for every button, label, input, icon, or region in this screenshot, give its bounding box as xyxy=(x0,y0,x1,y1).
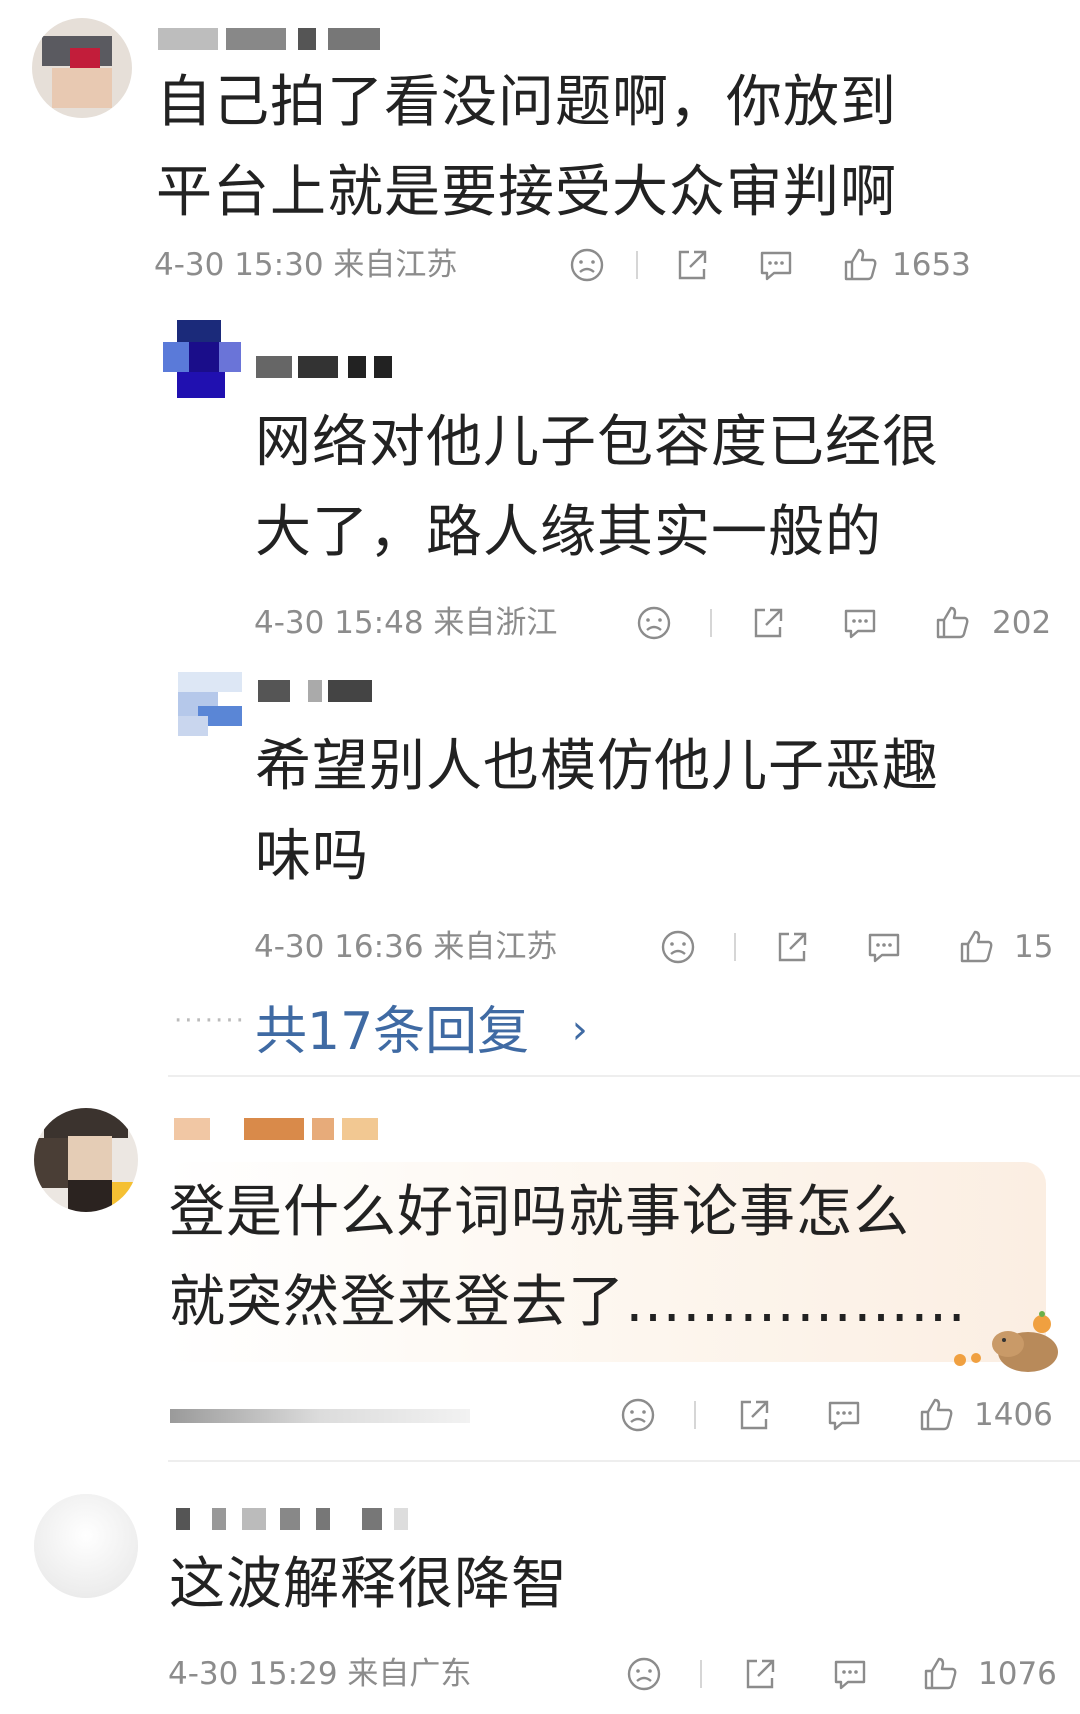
capybara-sticker-icon xyxy=(954,1311,1058,1372)
sad-face-icon[interactable] xyxy=(634,603,674,643)
divider xyxy=(168,1460,1080,1462)
comment-icon[interactable] xyxy=(756,245,796,285)
separator xyxy=(710,609,712,637)
share-icon[interactable] xyxy=(740,1654,780,1694)
thumbs-up-icon[interactable] xyxy=(956,927,996,967)
avatar[interactable] xyxy=(34,1494,138,1598)
comment-meta: 4-30 16:36 来自江苏 15 xyxy=(254,927,1080,967)
comment-time: 4-30 15:30 来自江苏 xyxy=(154,247,458,283)
comment-icon[interactable] xyxy=(864,927,904,967)
like-count: 1406 xyxy=(974,1397,1053,1433)
comment-icon[interactable] xyxy=(830,1654,870,1694)
thumbs-up-icon[interactable] xyxy=(916,1395,956,1435)
comment-text: 希望别人也模仿他儿子恶趣 味吗 xyxy=(255,734,939,889)
sad-face-icon[interactable] xyxy=(567,245,607,285)
avatar[interactable] xyxy=(178,672,242,736)
comment-icon[interactable] xyxy=(840,603,880,643)
comment-meta: 4-30 15:48 来自浙江 202 xyxy=(254,603,1080,643)
comment-time: 4-30 15:48 来自浙江 xyxy=(254,605,558,641)
share-icon[interactable] xyxy=(748,603,788,643)
thread-line: ······· xyxy=(174,1006,246,1036)
divider xyxy=(168,1075,1080,1077)
separator xyxy=(734,933,736,961)
username-blurred[interactable] xyxy=(176,1508,426,1534)
thumbs-up-icon[interactable] xyxy=(932,603,972,643)
share-icon[interactable] xyxy=(772,927,812,967)
sad-face-icon[interactable] xyxy=(618,1395,658,1435)
comment-text: 这波解释很降智 xyxy=(169,1552,568,1617)
like-count: 202 xyxy=(992,605,1052,641)
like-count: 1076 xyxy=(978,1656,1057,1692)
like-count: 15 xyxy=(1014,929,1054,965)
comment-time: 4-30 15:29 来自广东 xyxy=(168,1656,472,1692)
comment-meta: 4-30 15:29 来自广东 1076 xyxy=(168,1654,1068,1694)
separator xyxy=(636,251,638,279)
avatar[interactable] xyxy=(32,18,132,118)
username-blurred[interactable] xyxy=(158,28,388,54)
sad-face-icon[interactable] xyxy=(624,1654,664,1694)
comment-icon[interactable] xyxy=(824,1395,864,1435)
username-blurred[interactable] xyxy=(258,680,378,706)
view-replies-link[interactable]: 共17条回复 › xyxy=(255,995,588,1067)
view-replies-label[interactable]: 共17条回复 xyxy=(255,1002,529,1062)
thumbs-up-icon[interactable] xyxy=(920,1654,960,1694)
thumbs-up-icon[interactable] xyxy=(840,245,880,285)
comment-meta: 1406 xyxy=(154,1395,1054,1435)
separator xyxy=(700,1660,702,1688)
comment-text: 自己拍了看没问题啊，你放到 平台上就是要接受大众审判啊 xyxy=(156,70,897,225)
sad-face-icon[interactable] xyxy=(658,927,698,967)
share-icon[interactable] xyxy=(672,245,712,285)
avatar[interactable] xyxy=(34,1108,138,1212)
username-blurred[interactable] xyxy=(256,356,406,382)
comment-text: 网络对他儿子包容度已经很 大了，路人缘其实一般的 xyxy=(255,410,939,565)
chevron-right-icon: › xyxy=(571,1007,588,1053)
like-count: 1653 xyxy=(892,247,971,283)
comment-text: 登是什么好词吗就事论事怎么 就突然登来登去了……………… xyxy=(169,1180,967,1335)
share-icon[interactable] xyxy=(734,1395,774,1435)
time-blurred xyxy=(170,1409,470,1423)
comment-time: 4-30 16:36 来自江苏 xyxy=(254,929,558,965)
username-blurred[interactable] xyxy=(174,1118,384,1144)
avatar[interactable] xyxy=(163,320,241,398)
separator xyxy=(694,1401,696,1429)
comment-meta: 4-30 15:30 来自江苏 1653 xyxy=(154,245,1054,285)
